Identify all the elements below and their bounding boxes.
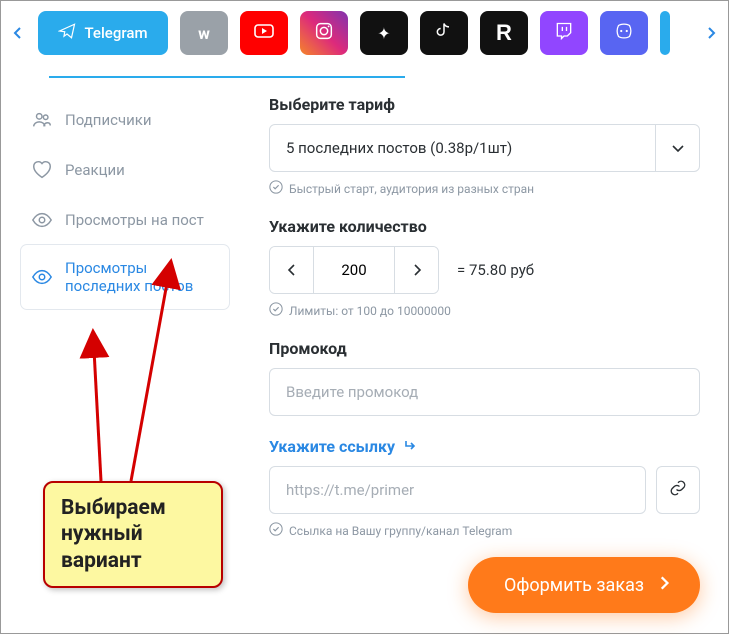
link-title: Укажите ссылку [269,436,700,456]
order-button[interactable]: Оформить заказ [468,557,700,613]
telegram-icon [58,22,76,44]
sidebar-item-views-recent[interactable]: Просмотры последних постов [21,245,229,309]
vk-icon: w [198,24,210,43]
tab-youtube[interactable] [240,11,288,55]
chevron-right-icon [658,575,670,596]
quantity-decrement[interactable] [270,247,314,293]
quantity-hint: Лимиты: от 100 до 10000000 [269,302,700,319]
link-input[interactable] [269,466,646,514]
sidebar-item-reactions[interactable]: Реакции [21,145,229,195]
form-area: Выберите тариф 5 последних постов (0.38р… [229,95,728,559]
quantity-input[interactable] [314,247,394,293]
youtube-icon [252,19,276,47]
link-copy-button[interactable] [656,466,700,514]
arrow-turn-icon [403,436,419,456]
users-icon [31,109,53,131]
quantity-stepper [269,246,439,294]
tariff-selected-text: 5 последних постов (0.38р/1шт) [270,139,655,157]
annotation-callout: Выбираем нужный вариант [43,481,223,588]
tab-overflow[interactable] [660,11,670,55]
tariff-title: Выберите тариф [269,95,700,114]
tab-rutube[interactable]: R [480,11,528,55]
promo-title: Промокод [269,339,700,358]
tabs-scroll-left[interactable] [6,26,30,40]
eye-icon [31,209,53,231]
chevron-down-icon [655,125,699,171]
heart-icon [31,159,53,181]
sidebar-item-label: Подписчики [65,111,152,129]
sparkle-icon: ✦ [377,24,390,43]
discord-icon [613,20,635,46]
eye-icon [31,266,53,288]
tariff-hint: Быстрый старт, аудитория из разных стран [269,180,700,197]
tariff-select[interactable]: 5 последних постов (0.38р/1шт) [269,124,700,172]
sidebar-item-subscribers[interactable]: Подписчики [21,95,229,145]
active-tab-underline [49,76,405,78]
tiktok-icon [434,21,454,45]
quantity-title: Укажите количество [269,217,700,236]
tab-vk[interactable]: w [180,11,228,55]
tab-other-1[interactable]: ✦ [360,11,408,55]
link-icon [669,479,687,501]
tab-tiktok[interactable] [420,11,468,55]
tab-instagram[interactable] [300,11,348,55]
tab-twitch[interactable] [540,11,588,55]
check-icon [269,180,283,197]
tabs-scroll-right[interactable] [699,26,723,40]
tab-telegram-label: Telegram [84,24,147,42]
instagram-icon [313,20,335,46]
sidebar-item-label: Реакции [65,161,125,179]
tab-telegram[interactable]: Telegram [38,11,168,55]
quantity-increment[interactable] [394,247,438,293]
tab-discord[interactable] [600,11,648,55]
check-icon [269,522,283,539]
promo-input[interactable] [269,368,700,416]
link-hint: Ссылка на Вашу группу/канал Telegram [269,522,700,539]
social-tabs-row: Telegram w ✦ R [1,1,728,55]
twitch-icon [554,21,574,45]
check-icon [269,302,283,319]
sidebar-item-label: Просмотры последних постов [65,259,219,295]
sidebar-item-label: Просмотры на пост [65,211,204,229]
r-icon: R [496,20,512,46]
sidebar-item-views-post[interactable]: Просмотры на пост [21,195,229,245]
price-display: = 75.80 руб [457,261,534,279]
order-button-label: Оформить заказ [504,575,644,596]
